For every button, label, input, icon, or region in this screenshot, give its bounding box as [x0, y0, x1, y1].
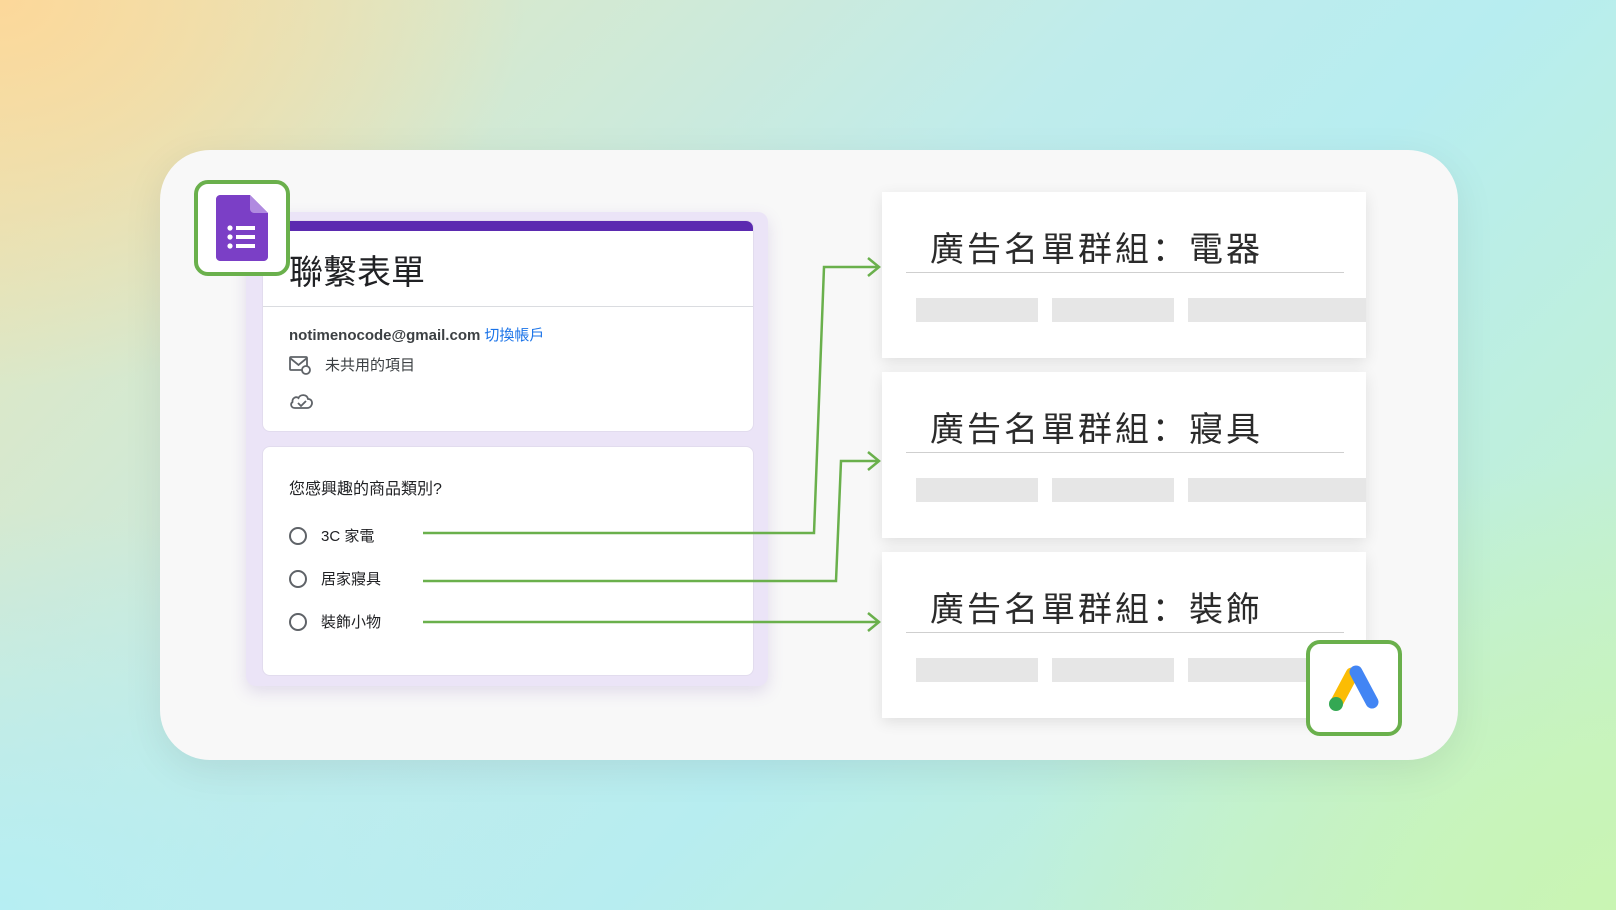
google-ads-icon	[1329, 665, 1379, 711]
connector-bedding	[423, 459, 878, 583]
connector-appliance	[423, 265, 878, 535]
google-ads-badge	[1306, 640, 1402, 736]
content-card: 聯繫表單 notimenocode@gmail.com切換帳戶 未共用的項目	[160, 150, 1458, 760]
option-connectors	[423, 257, 881, 632]
